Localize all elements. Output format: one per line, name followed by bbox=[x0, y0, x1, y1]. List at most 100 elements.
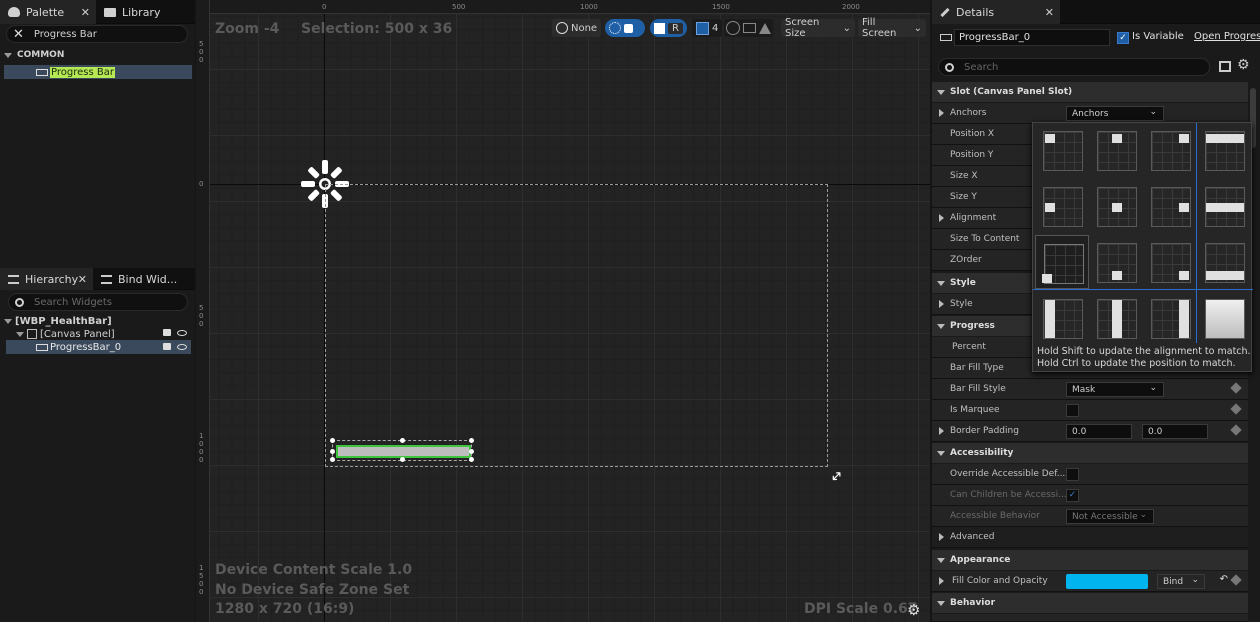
prop-override-accessible: Override Accessible Def... bbox=[932, 464, 1248, 485]
lock-icon[interactable] bbox=[163, 343, 171, 350]
anchor-top-center[interactable] bbox=[1089, 123, 1143, 177]
open-progress-link[interactable]: Open Progres bbox=[1194, 31, 1260, 42]
close-icon[interactable]: ✕ bbox=[1045, 6, 1054, 19]
prop-fill-color: Fill Color and Opacity Bind ⌄ ↶ bbox=[932, 571, 1248, 592]
pin-icon[interactable] bbox=[1230, 574, 1242, 586]
tree-root[interactable]: [WBP_HealthBar] bbox=[4, 314, 191, 328]
selection-handle[interactable] bbox=[469, 449, 474, 454]
tab-bind-widgets[interactable]: Bind Wid... bbox=[93, 268, 195, 290]
anchor-top-stretch[interactable] bbox=[1197, 123, 1251, 177]
bind-dropdown[interactable]: Bind ⌄ bbox=[1157, 574, 1205, 589]
tree-canvas-panel[interactable]: [Canvas Panel] bbox=[4, 327, 191, 341]
details-search-input[interactable]: Search bbox=[938, 58, 1210, 76]
section-accessibility[interactable]: Accessibility bbox=[932, 443, 1248, 463]
border-padding-left-field[interactable]: 0.0 bbox=[1066, 424, 1132, 439]
vertical-ruler[interactable]: 5 0 0 0 5 0 0 1 0 0 0 1 5 0 0 bbox=[196, 0, 210, 622]
image-icon[interactable] bbox=[743, 23, 756, 33]
respect-locks-toggle[interactable]: R bbox=[650, 19, 687, 37]
anchor-right-stretch[interactable] bbox=[1143, 291, 1197, 345]
locale-toggle[interactable] bbox=[605, 19, 645, 37]
anchor-bottom-center[interactable] bbox=[1089, 235, 1143, 289]
is-marquee-checkbox[interactable] bbox=[1066, 404, 1079, 417]
anchor-left-stretch[interactable] bbox=[1035, 291, 1089, 345]
selection-handle[interactable] bbox=[400, 457, 405, 462]
clear-icon[interactable]: ✕ bbox=[13, 27, 24, 42]
resize-handle-icon[interactable]: ↕ bbox=[826, 467, 846, 487]
screen-size-dropdown[interactable]: Screen Size ⌄ bbox=[781, 17, 855, 39]
palette-search-input[interactable]: ✕ Progress Bar bbox=[6, 25, 188, 43]
anchor-center[interactable] bbox=[1089, 179, 1143, 233]
hierarchy-search-placeholder: Search Widgets bbox=[34, 296, 112, 308]
palette-category-common[interactable]: COMMON bbox=[4, 48, 191, 62]
prop-label: Bar Fill Style bbox=[950, 384, 1006, 394]
triangle-icon[interactable] bbox=[759, 22, 771, 34]
tab-hierarchy[interactable]: Hierarchy ✕ bbox=[0, 268, 93, 290]
section-appearance[interactable]: Appearance bbox=[932, 550, 1248, 570]
pin-icon[interactable] bbox=[1230, 403, 1242, 415]
fill-screen-dropdown[interactable]: Fill Screen ⌄ bbox=[858, 17, 926, 39]
selection-handle[interactable] bbox=[330, 457, 335, 462]
tab-details[interactable]: Details ✕ bbox=[932, 0, 1060, 24]
anchor-center-vertical-stretch[interactable] bbox=[1089, 291, 1143, 345]
eye-icon[interactable] bbox=[177, 344, 187, 350]
progress-bar-widget[interactable] bbox=[336, 445, 471, 458]
selection-handle[interactable] bbox=[330, 438, 335, 443]
search-icon bbox=[15, 297, 24, 307]
tab-library[interactable]: Library bbox=[96, 0, 195, 24]
gear-icon[interactable]: ⚙ bbox=[1237, 57, 1250, 73]
widget-name-field[interactable]: ProgressBar_0 bbox=[954, 29, 1110, 46]
grid-snap-toggle[interactable]: 4 bbox=[692, 19, 723, 37]
prop-advanced[interactable]: Advanced bbox=[932, 527, 1248, 548]
accessible-behavior-dropdown[interactable]: Not Accessible ⌄ bbox=[1066, 509, 1154, 524]
table-icon[interactable] bbox=[1219, 61, 1231, 72]
anchor-bottom-stretch[interactable] bbox=[1197, 235, 1251, 289]
anchors-dropdown[interactable]: Anchors ⌄ bbox=[1066, 106, 1164, 121]
selection-handle[interactable] bbox=[400, 438, 405, 443]
view-options[interactable] bbox=[724, 19, 773, 37]
anchor-center-stretch[interactable] bbox=[1197, 179, 1251, 233]
close-icon[interactable]: ✕ bbox=[78, 273, 87, 286]
prop-label: Size Y bbox=[950, 192, 977, 202]
eye-icon[interactable] bbox=[177, 330, 187, 336]
prop-label: Position Y bbox=[950, 150, 994, 160]
bar-fill-style-dropdown[interactable]: Mask ⌄ bbox=[1066, 382, 1164, 397]
anchor-bottom-left[interactable] bbox=[1035, 235, 1089, 289]
widget-name-value: ProgressBar_0 bbox=[959, 32, 1031, 43]
none-button[interactable]: None bbox=[552, 19, 602, 37]
gear-icon[interactable]: ⚙ bbox=[907, 601, 920, 619]
override-accessible-checkbox[interactable] bbox=[1066, 468, 1079, 481]
can-children-checkbox[interactable]: ✓ bbox=[1066, 489, 1079, 502]
section-style-label: Style bbox=[950, 278, 976, 288]
cursor-icon[interactable] bbox=[726, 21, 740, 35]
reset-icon[interactable]: ↶ bbox=[1220, 574, 1228, 585]
tab-palette[interactable]: Palette ✕ bbox=[0, 0, 96, 24]
border-padding-right-field[interactable]: 0.0 bbox=[1142, 424, 1208, 439]
tree-progress-bar[interactable]: ProgressBar_0 bbox=[6, 340, 191, 354]
selection-handle[interactable] bbox=[469, 438, 474, 443]
left-panel: Palette ✕ Library ✕ Progress Bar COMMON … bbox=[0, 0, 195, 622]
bind-widgets-icon bbox=[101, 274, 112, 284]
hierarchy-search-input[interactable]: Search Widgets bbox=[8, 293, 188, 311]
lock-icon[interactable] bbox=[163, 329, 171, 336]
close-icon[interactable]: ✕ bbox=[81, 6, 90, 19]
anchor-bottom-right[interactable] bbox=[1143, 235, 1197, 289]
section-slot[interactable]: Slot (Canvas Panel Slot) bbox=[932, 82, 1248, 102]
tab-details-label: Details bbox=[956, 5, 995, 19]
anchor-center-right[interactable] bbox=[1143, 179, 1197, 233]
pin-icon[interactable] bbox=[1230, 382, 1242, 394]
section-behavior[interactable]: Behavior bbox=[932, 593, 1248, 613]
anchor-center-left[interactable] bbox=[1035, 179, 1089, 233]
selection-handle[interactable] bbox=[469, 457, 474, 462]
section-appearance-label: Appearance bbox=[950, 555, 1011, 565]
horizontal-ruler[interactable]: 0 500 1000 1500 2000 bbox=[210, 0, 930, 14]
anchor-top-left[interactable] bbox=[1035, 123, 1089, 177]
is-variable-checkbox[interactable]: ✓ bbox=[1117, 32, 1129, 44]
palette-item-progress-bar[interactable]: Progress Bar bbox=[4, 65, 192, 79]
designer-canvas[interactable]: 0 500 1000 1500 2000 5 0 0 0 5 0 0 1 0 0… bbox=[196, 0, 930, 622]
selection-handle[interactable] bbox=[330, 449, 335, 454]
fill-color-swatch[interactable] bbox=[1066, 574, 1148, 589]
anchor-full-stretch[interactable] bbox=[1197, 291, 1251, 345]
screen-size-label: Screen Size bbox=[785, 17, 820, 39]
anchor-top-right[interactable] bbox=[1143, 123, 1197, 177]
pin-icon[interactable] bbox=[1230, 424, 1242, 436]
